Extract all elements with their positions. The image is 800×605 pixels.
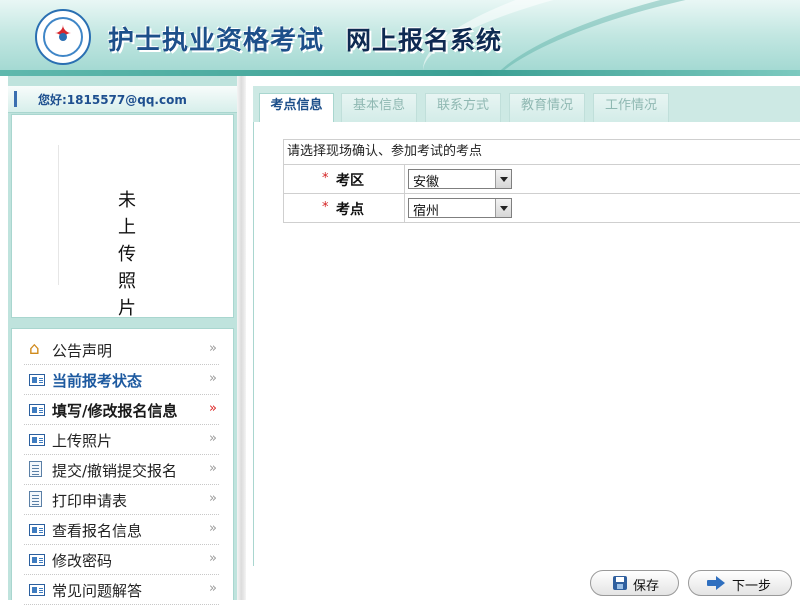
- sidebar-item-label: 修改密码: [52, 552, 113, 570]
- sidebar-item-announcement[interactable]: ⌂ 公告声明 »: [24, 335, 219, 365]
- card-icon: [29, 374, 45, 386]
- save-disk-icon: [613, 576, 627, 590]
- sidebar-item-exam-status[interactable]: 当前报考状态 »: [24, 365, 219, 395]
- sidebar-item-label: 常见问题解答: [52, 582, 143, 600]
- chevron-right-icon: »: [209, 371, 217, 386]
- sidebar-item-label: 当前报考状态: [52, 372, 143, 390]
- main-panel: 考点信息 基本信息 联系方式 教育情况 工作情况 请选择现场确认、参加考试的考点…: [246, 76, 800, 600]
- tab-bar: 考点信息 基本信息 联系方式 教育情况 工作情况: [253, 86, 800, 123]
- photo-frame: 未上传照片: [11, 114, 234, 319]
- exam-site-value: 宿州: [413, 204, 440, 219]
- chevron-right-icon: »: [209, 491, 217, 506]
- sidebar-item-label: 上传照片: [52, 432, 113, 450]
- dropdown-arrow-icon[interactable]: [495, 199, 511, 217]
- document-icon: [29, 491, 42, 507]
- chevron-right-icon: »: [209, 521, 217, 536]
- sidebar-menu: ⌂ 公告声明 » 当前报考状态 » 填写/修改报名信息 » 上传照片 » 提交/…: [11, 328, 234, 605]
- sidebar-item-label: 填写/修改报名信息: [52, 402, 178, 420]
- tab-exam-site[interactable]: 考点信息: [259, 93, 334, 123]
- sidebar-item-print-form[interactable]: 打印申请表 »: [24, 485, 219, 515]
- user-greeting-bar: 您好:1815577@qq.com: [8, 86, 237, 113]
- panel-splitter[interactable]: [237, 76, 246, 600]
- user-greeting: 您好:1815577@qq.com: [38, 93, 187, 107]
- header-banner: ✦ 护士执业资格考试 网上报名系统: [0, 0, 800, 76]
- sidebar-item-label: 查看报名信息: [52, 522, 143, 540]
- sidebar-item-edit-registration[interactable]: 填写/修改报名信息 »: [24, 395, 219, 425]
- required-asterisk: *: [322, 171, 329, 186]
- exam-site-form: 请选择现场确认、参加考试的考点 * 考区 安徽 * 考点 宿州: [283, 139, 800, 223]
- app-title: 护士执业资格考试: [108, 26, 325, 56]
- next-step-button-label: 下一步: [732, 579, 772, 594]
- exam-site-select[interactable]: 宿州: [408, 198, 512, 219]
- card-icon: [29, 404, 45, 416]
- tab-contact[interactable]: 联系方式: [425, 93, 501, 122]
- home-icon: ⌂: [29, 339, 40, 359]
- tab-work[interactable]: 工作情况: [593, 93, 669, 122]
- tab-basic-info[interactable]: 基本信息: [341, 93, 417, 122]
- photo-placeholder-text: 未上传照片: [118, 190, 136, 319]
- chevron-right-icon: »: [209, 461, 217, 476]
- sidebar-item-label: 打印申请表: [52, 492, 128, 510]
- tab-content: 请选择现场确认、参加考试的考点 * 考区 安徽 * 考点 宿州: [253, 122, 800, 566]
- required-asterisk: *: [322, 200, 329, 215]
- exam-region-label: 考区: [336, 173, 364, 189]
- chevron-right-icon: »: [209, 581, 217, 596]
- save-button[interactable]: 保存: [590, 570, 679, 596]
- form-heading: 请选择现场确认、参加考试的考点: [284, 140, 800, 165]
- card-icon: [29, 584, 45, 596]
- document-icon: [29, 461, 42, 477]
- field-label-cell: * 考区: [284, 165, 405, 193]
- save-button-label: 保存: [633, 579, 660, 594]
- exam-site-label: 考点: [336, 202, 364, 218]
- sidebar-item-change-password[interactable]: 修改密码 »: [24, 545, 219, 575]
- dropdown-arrow-icon[interactable]: [495, 170, 511, 188]
- photo-guide-line: [58, 145, 59, 285]
- emblem-logo-icon: ✦: [35, 9, 91, 65]
- sidebar-item-faq[interactable]: 常见问题解答 »: [24, 575, 219, 605]
- exam-region-value: 安徽: [413, 175, 440, 190]
- field-label-cell: * 考点: [284, 194, 405, 222]
- exam-region-select[interactable]: 安徽: [408, 169, 512, 190]
- greeting-marker: [14, 91, 17, 107]
- app-subtitle: 网上报名系统: [346, 26, 503, 55]
- sidebar-item-upload-photo[interactable]: 上传照片 »: [24, 425, 219, 455]
- chevron-right-icon: »: [209, 341, 217, 356]
- sidebar-item-label: 公告声明: [52, 342, 113, 360]
- card-icon: [29, 524, 45, 536]
- chevron-right-icon: »: [209, 431, 217, 446]
- form-row-exam-region: * 考区 安徽: [284, 165, 800, 194]
- card-icon: [29, 434, 45, 446]
- form-row-exam-site: * 考点 宿州: [284, 194, 800, 222]
- card-icon: [29, 554, 45, 566]
- chevron-right-icon: »: [209, 401, 217, 416]
- arrow-right-icon: [707, 576, 725, 590]
- tab-education[interactable]: 教育情况: [509, 93, 585, 122]
- next-step-button[interactable]: 下一步: [688, 570, 792, 596]
- sidebar-item-label: 提交/撤销提交报名: [52, 462, 178, 480]
- chevron-right-icon: »: [209, 551, 217, 566]
- sidebar: 您好:1815577@qq.com 未上传照片 ⌂ 公告声明 » 当前报考状态 …: [8, 76, 237, 605]
- sidebar-item-submit-withdraw[interactable]: 提交/撤销提交报名 »: [24, 455, 219, 485]
- sidebar-item-view-registration[interactable]: 查看报名信息 »: [24, 515, 219, 545]
